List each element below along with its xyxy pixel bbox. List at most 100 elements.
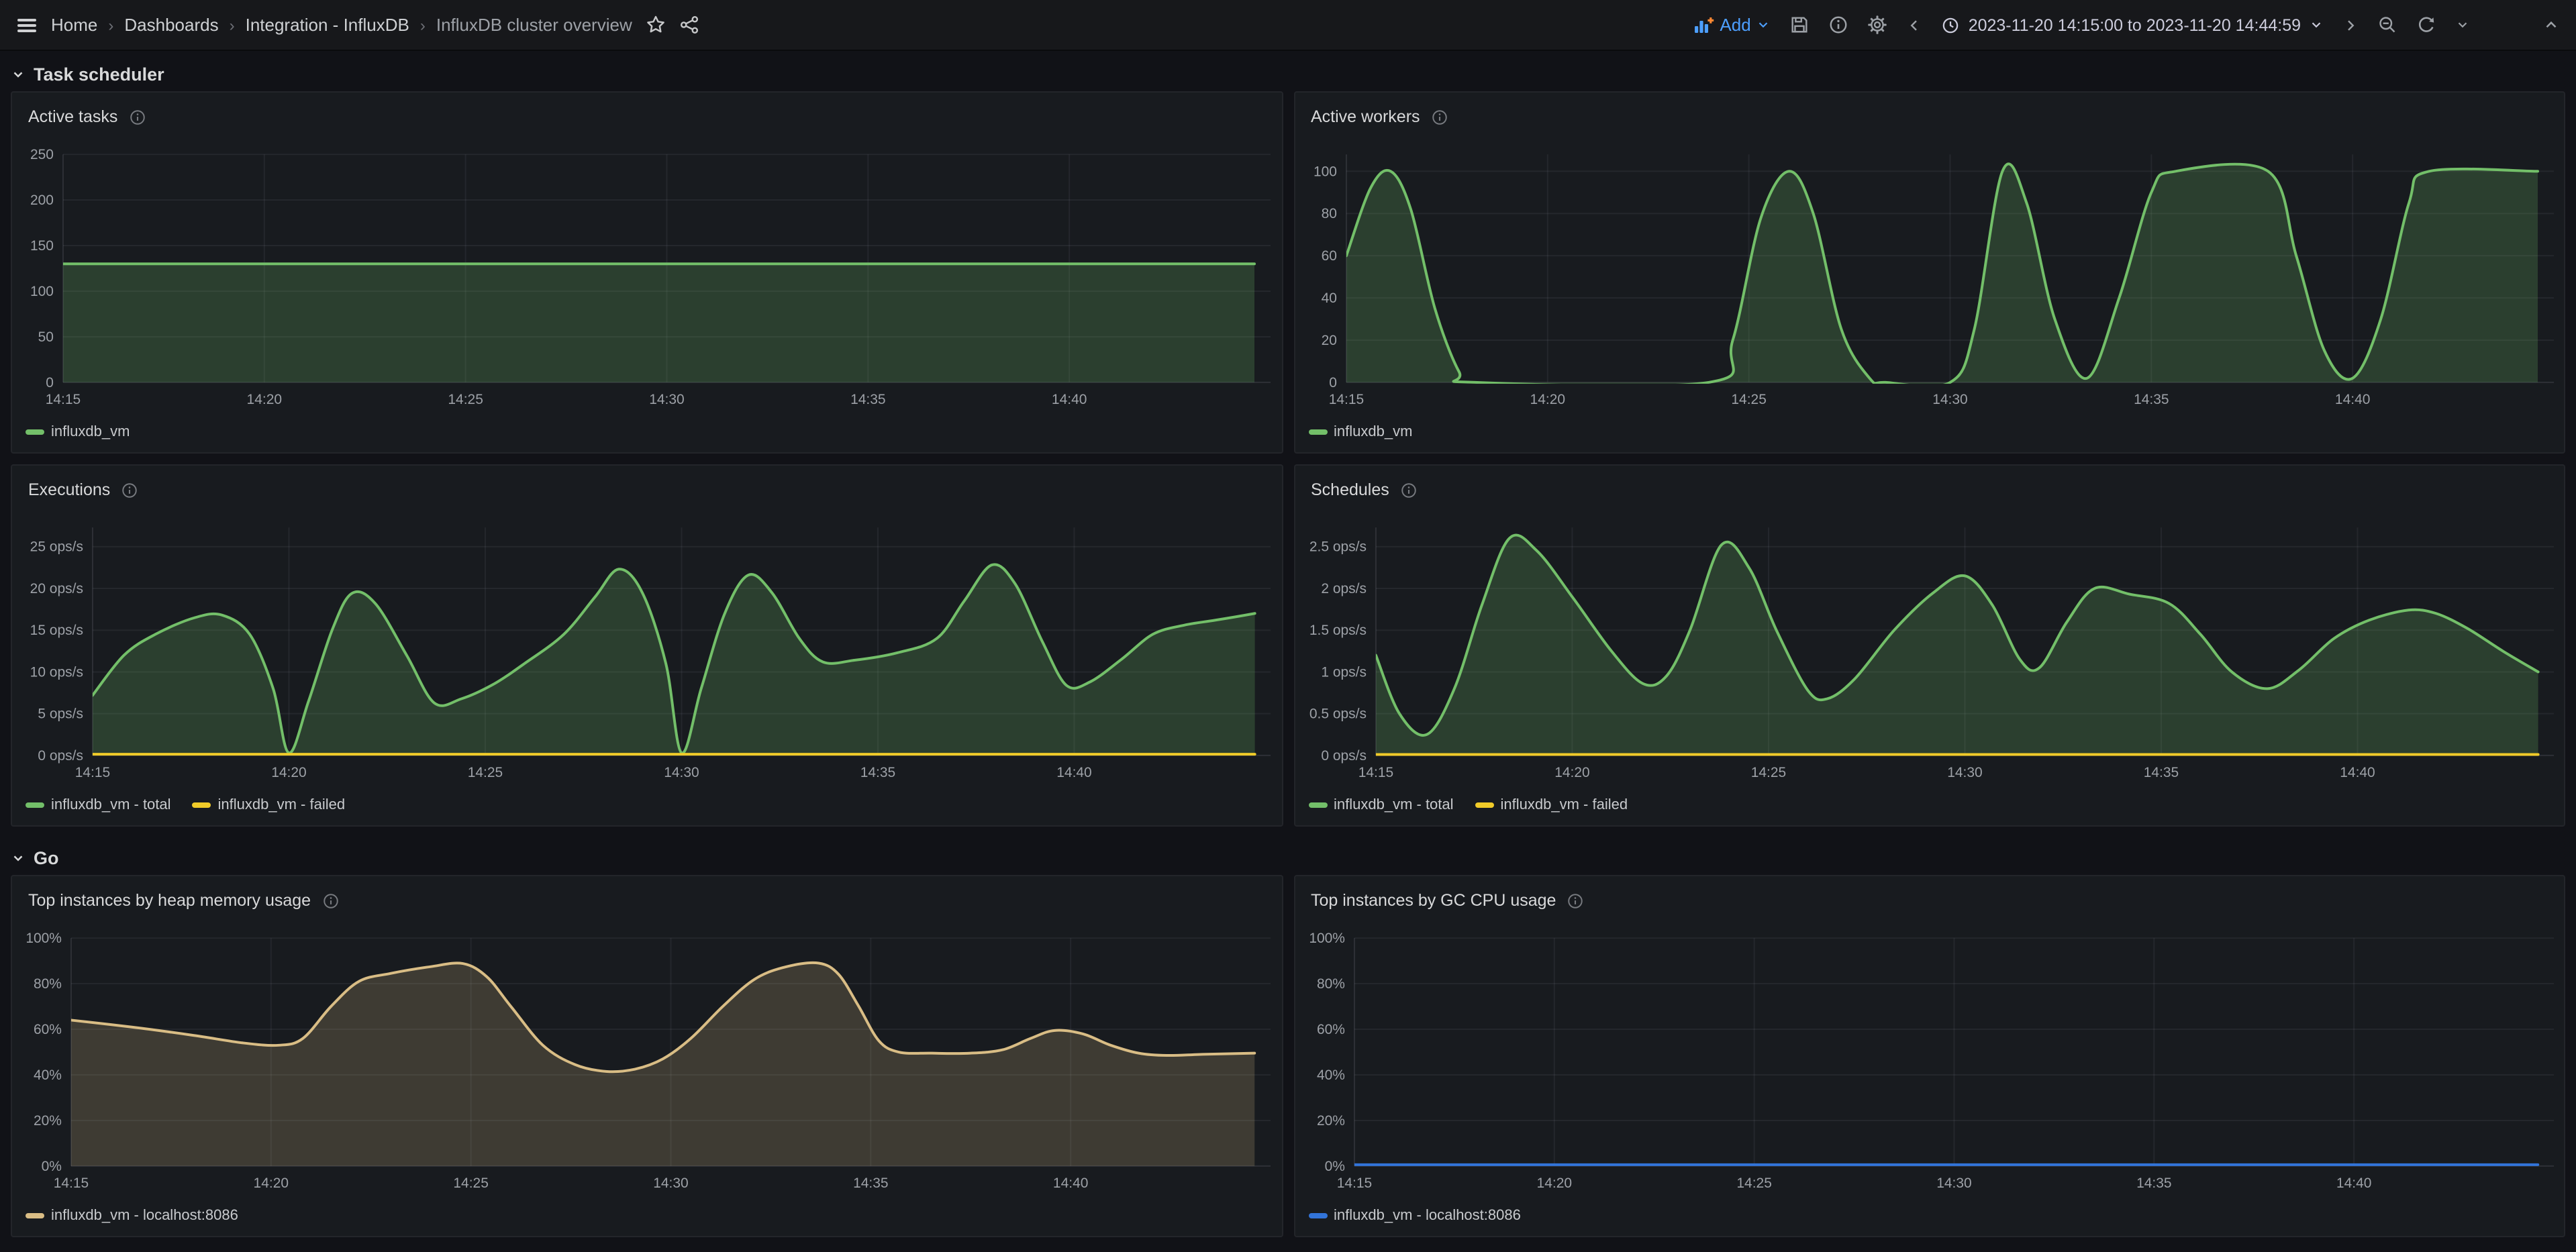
- svg-text:14:15: 14:15: [1358, 765, 1393, 780]
- svg-text:40%: 40%: [34, 1067, 62, 1083]
- svg-text:15 ops/s: 15 ops/s: [30, 623, 83, 638]
- section-grid-0: Active tasks05010015020025014:1514:2014:…: [11, 91, 2565, 827]
- legend-item[interactable]: influxdb_vm - localhost:8086: [1308, 1208, 1521, 1224]
- top-nav-bar: Home › Dashboards › Integration - Influx…: [0, 0, 2576, 51]
- add-button[interactable]: Add: [1693, 14, 1771, 36]
- time-shift-back-icon[interactable]: [1907, 17, 1923, 33]
- svg-text:14:40: 14:40: [2334, 392, 2369, 407]
- svg-text:14:15: 14:15: [46, 392, 81, 407]
- svg-text:0%: 0%: [1324, 1159, 1344, 1174]
- section-grid-1: Top instances by heap memory usage 0% 20% 4…: [11, 875, 2565, 1237]
- breadcrumb-folder[interactable]: Integration - InfluxDB: [246, 15, 409, 35]
- info-icon[interactable]: [1567, 892, 1584, 909]
- chevron-down-icon: [11, 850, 26, 865]
- panel-header: Executions: [12, 466, 1281, 506]
- info-icon[interactable]: [321, 892, 339, 909]
- info-icon[interactable]: [1431, 108, 1448, 125]
- favorite-star-icon[interactable]: [646, 15, 666, 35]
- legend-label: influxdb_vm - failed: [218, 797, 346, 813]
- panel-gc-cpu: Top instances by GC CPU usage0%20%40%60%…: [1293, 875, 2565, 1237]
- panel-executions: Executions0 ops/s5 ops/s10 ops/s15 ops/s…: [11, 464, 1283, 827]
- svg-text:14:20: 14:20: [247, 392, 282, 407]
- refresh-interval-chevron-icon[interactable]: [2455, 17, 2470, 32]
- legend-item[interactable]: influxdb_vm - localhost:8086: [26, 1208, 238, 1224]
- svg-text:14:20: 14:20: [1554, 765, 1589, 780]
- info-icon[interactable]: [121, 481, 138, 499]
- svg-text:2.5 ops/s: 2.5 ops/s: [1309, 539, 1366, 555]
- dashboard-insights-icon[interactable]: [1829, 15, 1849, 35]
- breadcrumb-dashboards[interactable]: Dashboards: [124, 15, 218, 35]
- grafana-dashboard: Home › Dashboards › Integration - Influx…: [0, 0, 2576, 1252]
- svg-text:40: 40: [1321, 291, 1336, 306]
- legend-item[interactable]: influxdb_vm - failed: [1475, 797, 1628, 813]
- legend: influxdb_vm - total influxdb_vm - failed: [1295, 793, 2564, 823]
- svg-text:14:40: 14:40: [1053, 1176, 1088, 1191]
- dashboard-content: Task scheduler Active tasks0501001502002…: [0, 56, 2576, 1237]
- svg-text:100: 100: [1313, 164, 1336, 179]
- svg-text:150: 150: [30, 238, 54, 254]
- panel-title[interactable]: Executions: [28, 480, 110, 499]
- svg-text:14:35: 14:35: [2133, 392, 2168, 407]
- svg-text:0: 0: [1328, 375, 1336, 390]
- legend-label: influxdb_vm: [51, 424, 130, 440]
- legend: influxdb_vm - localhost:8086: [12, 1204, 1281, 1233]
- section-header-go[interactable]: Go: [11, 840, 2565, 875]
- refresh-icon[interactable]: [2416, 15, 2436, 35]
- svg-text:14:20: 14:20: [271, 765, 306, 780]
- share-icon[interactable]: [679, 15, 699, 35]
- section-header-task-scheduler[interactable]: Task scheduler: [11, 56, 2565, 91]
- save-dashboard-icon[interactable]: [1790, 15, 1810, 35]
- dashboard-settings-gear-icon[interactable]: [1868, 15, 1888, 35]
- svg-text:40%: 40%: [1316, 1067, 1344, 1083]
- panel-title[interactable]: Top instances by GC CPU usage: [1311, 891, 1556, 910]
- legend-label: influxdb_vm - localhost:8086: [1334, 1208, 1521, 1224]
- zoom-out-time-icon[interactable]: [2377, 15, 2397, 35]
- svg-text:1.5 ops/s: 1.5 ops/s: [1309, 623, 1366, 638]
- legend-item[interactable]: influxdb_vm: [26, 424, 130, 440]
- legend-item[interactable]: influxdb_vm - total: [26, 797, 171, 813]
- svg-text:80%: 80%: [1316, 976, 1344, 992]
- panel-title[interactable]: Active workers: [1311, 107, 1420, 126]
- panel-title[interactable]: Schedules: [1311, 480, 1389, 499]
- svg-text:14:35: 14:35: [850, 392, 885, 407]
- legend-item[interactable]: influxdb_vm: [1308, 424, 1412, 440]
- breadcrumb: Home › Dashboards › Integration - Influx…: [51, 15, 632, 35]
- legend-swatch: [26, 1213, 44, 1218]
- panel-title[interactable]: Top instances by heap memory usage: [28, 891, 311, 910]
- svg-text:14:40: 14:40: [2336, 1176, 2371, 1191]
- svg-text:80%: 80%: [34, 976, 62, 992]
- info-icon[interactable]: [1400, 481, 1418, 499]
- panel-title[interactable]: Active tasks: [28, 107, 117, 126]
- clock-icon: [1942, 15, 1961, 34]
- menu-icon[interactable]: [16, 14, 38, 36]
- legend-label: influxdb_vm - total: [1334, 797, 1454, 813]
- chart-schedules: 0 ops/s0.5 ops/s1 ops/s1.5 ops/s2 ops/s2…: [1295, 506, 2564, 793]
- legend-swatch: [26, 802, 44, 808]
- legend-label: influxdb_vm - localhost:8086: [51, 1208, 238, 1224]
- svg-text:14:25: 14:25: [453, 1176, 488, 1191]
- legend-swatch: [1308, 1213, 1327, 1218]
- svg-text:25 ops/s: 25 ops/s: [30, 539, 83, 555]
- svg-text:20%: 20%: [1316, 1113, 1344, 1129]
- svg-text:0 ops/s: 0 ops/s: [38, 748, 83, 764]
- legend: influxdb_vm - total influxdb_vm - failed: [12, 793, 1281, 823]
- svg-text:20: 20: [1321, 333, 1336, 348]
- collapse-topbar-icon[interactable]: [2542, 16, 2560, 34]
- svg-text:14:20: 14:20: [254, 1176, 289, 1191]
- chart-heap-memory: 0%20%40%60%80%100%14:1514:2014:2514:3014…: [12, 917, 1281, 1204]
- section-title: Go: [34, 847, 59, 868]
- time-shift-forward-icon[interactable]: [2342, 17, 2359, 33]
- legend: influxdb_vm - localhost:8086: [1295, 1204, 2564, 1233]
- info-icon[interactable]: [128, 108, 146, 125]
- svg-text:14:30: 14:30: [1932, 392, 1967, 407]
- svg-text:14:30: 14:30: [1946, 765, 1981, 780]
- breadcrumb-home[interactable]: Home: [51, 15, 97, 35]
- add-panel-icon: [1693, 14, 1714, 36]
- svg-text:14:35: 14:35: [853, 1176, 888, 1191]
- svg-text:200: 200: [30, 193, 54, 208]
- chevron-down-icon: [2309, 17, 2324, 32]
- legend-item[interactable]: influxdb_vm - failed: [193, 797, 346, 813]
- legend-item[interactable]: influxdb_vm - total: [1308, 797, 1454, 813]
- legend-swatch: [1308, 802, 1327, 808]
- time-range-picker[interactable]: 2023-11-20 14:15:00 to 2023-11-20 14:44:…: [1942, 15, 2324, 34]
